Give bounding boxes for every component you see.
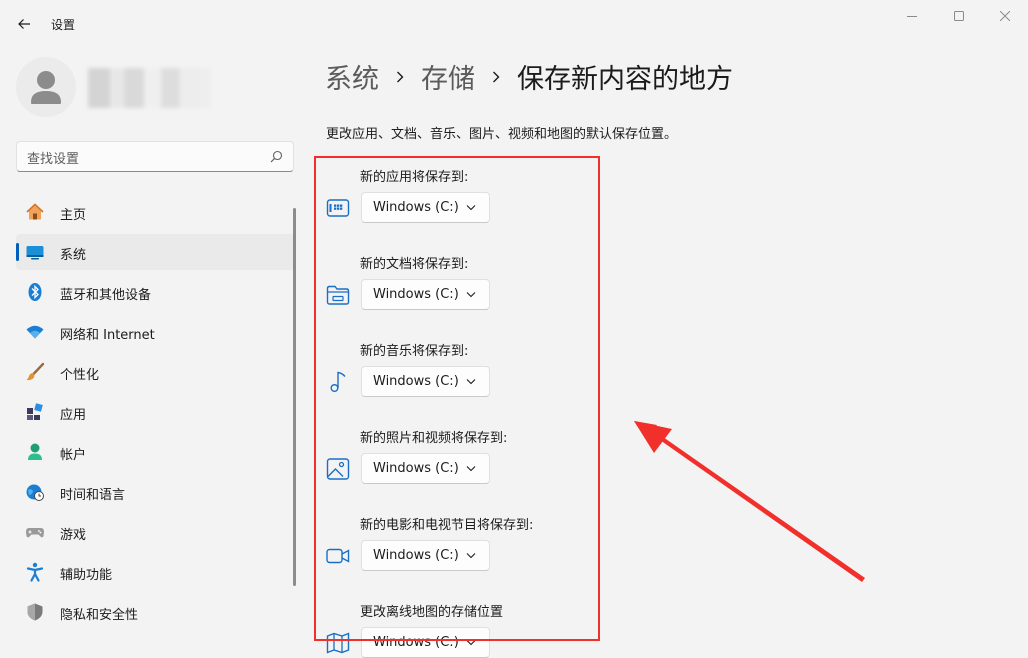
account-icon xyxy=(28,443,42,460)
username-redacted xyxy=(88,68,210,108)
sidebar-nav: 主页 系统 蓝牙和其他设备 网络和 Internet 个性化 应用 帐户 时间和… xyxy=(16,194,294,634)
photos-location-dropdown[interactable]: Windows (C:) xyxy=(361,453,490,484)
music-save-label: 新的音乐将保存到: xyxy=(360,344,469,359)
sidebar-item-accessibility[interactable]: 辅助功能 xyxy=(16,554,294,590)
system-icon xyxy=(26,246,44,260)
search-input[interactable]: 查找设置 xyxy=(27,148,79,167)
video-camera-icon xyxy=(326,548,350,564)
chevron-right-icon xyxy=(397,71,404,82)
chevron-down-icon xyxy=(466,553,476,559)
sidebar-scrollbar[interactable] xyxy=(293,208,296,586)
chevron-down-icon xyxy=(466,292,476,298)
sidebar-item-label: 帐户 xyxy=(60,448,87,463)
chevron-right-icon xyxy=(493,71,500,82)
sidebar-item-label: 主页 xyxy=(60,208,87,223)
sidebar-item-personalization[interactable]: 个性化 xyxy=(16,354,294,390)
documents-location-dropdown[interactable]: Windows (C:) xyxy=(361,279,490,310)
music-location-dropdown[interactable]: Windows (C:) xyxy=(361,366,490,397)
search-field[interactable]: 查找设置 xyxy=(16,141,294,172)
photo-icon xyxy=(326,458,350,480)
dropdown-value: Windows (C:) xyxy=(373,200,459,215)
dropdown-value: Windows (C:) xyxy=(373,287,459,302)
back-button[interactable] xyxy=(12,12,36,36)
folder-icon xyxy=(326,285,350,305)
chevron-down-icon xyxy=(466,205,476,211)
title-bar: 设置 xyxy=(0,0,1028,46)
photos-save-label: 新的照片和视频将保存到: xyxy=(360,431,508,446)
dropdown-value: Windows (C:) xyxy=(373,461,459,476)
red-arrow-annotation xyxy=(634,421,865,582)
close-icon xyxy=(1000,11,1010,21)
globe-clock-icon xyxy=(26,484,44,501)
sidebar-item-label: 系统 xyxy=(60,248,87,263)
back-arrow-icon xyxy=(18,19,30,29)
minimize-button[interactable] xyxy=(889,0,935,32)
wifi-icon xyxy=(26,325,44,339)
sidebar-item-network[interactable]: 网络和 Internet xyxy=(16,314,294,350)
brush-icon xyxy=(26,362,45,381)
sidebar-item-label: 辅助功能 xyxy=(60,568,113,583)
accessibility-icon xyxy=(26,562,44,582)
search-icon[interactable] xyxy=(268,149,284,165)
page-description: 更改应用、文档、音乐、图片、视频和地图的默认保存位置。 xyxy=(326,127,678,142)
close-button[interactable] xyxy=(982,0,1028,32)
maximize-icon xyxy=(954,11,964,21)
sidebar-item-apps[interactable]: 应用 xyxy=(16,394,294,430)
movies-save-label: 新的电影和电视节目将保存到: xyxy=(360,518,534,533)
avatar[interactable] xyxy=(16,57,76,117)
breadcrumb-system[interactable]: 系统 xyxy=(325,57,379,96)
bluetooth-icon xyxy=(28,283,42,301)
sidebar-item-label: 蓝牙和其他设备 xyxy=(60,288,152,303)
breadcrumb: 系统 存储 保存新内容的地方 xyxy=(325,57,733,96)
map-icon xyxy=(326,632,350,654)
sidebar-item-label: 网络和 Internet xyxy=(60,328,155,343)
page-title: 保存新内容的地方 xyxy=(517,64,733,95)
chevron-down-icon xyxy=(466,466,476,472)
apps-location-dropdown[interactable]: Windows (C:) xyxy=(361,192,490,223)
gamepad-icon xyxy=(26,528,44,538)
minimize-icon xyxy=(907,16,917,17)
music-note-icon xyxy=(330,371,346,392)
sidebar-item-home[interactable]: 主页 xyxy=(16,194,294,230)
offline-maps-label: 更改离线地图的存储位置 xyxy=(360,605,504,620)
dropdown-value: Windows (C:) xyxy=(373,374,459,389)
apps-save-label: 新的应用将保存到: xyxy=(360,170,469,185)
movies-location-dropdown[interactable]: Windows (C:) xyxy=(361,540,490,571)
sidebar-item-system[interactable]: 系统 xyxy=(16,234,294,270)
app-storage-icon xyxy=(326,199,350,217)
sidebar-item-privacy[interactable]: 隐私和安全性 xyxy=(16,594,294,630)
sidebar-item-bluetooth[interactable]: 蓝牙和其他设备 xyxy=(16,274,294,310)
shield-icon xyxy=(27,603,43,621)
home-icon xyxy=(26,203,44,220)
sidebar-item-label: 时间和语言 xyxy=(60,488,126,503)
app-title: 设置 xyxy=(51,18,76,32)
sidebar-item-accounts[interactable]: 帐户 xyxy=(16,434,294,470)
sidebar-item-label: 隐私和安全性 xyxy=(60,608,139,623)
sidebar-item-time-language[interactable]: 时间和语言 xyxy=(16,474,294,510)
sidebar-item-label: 游戏 xyxy=(60,528,87,543)
sidebar-item-label: 个性化 xyxy=(60,368,100,383)
apps-icon xyxy=(27,403,43,420)
breadcrumb-storage[interactable]: 存储 xyxy=(421,57,475,96)
documents-save-label: 新的文档将保存到: xyxy=(360,257,469,272)
maximize-button[interactable] xyxy=(936,0,982,32)
person-icon xyxy=(31,71,61,104)
sidebar-item-label: 应用 xyxy=(60,408,87,423)
sidebar-item-gaming[interactable]: 游戏 xyxy=(16,514,294,550)
dropdown-value: Windows (C:) xyxy=(373,548,459,563)
chevron-down-icon xyxy=(466,379,476,385)
